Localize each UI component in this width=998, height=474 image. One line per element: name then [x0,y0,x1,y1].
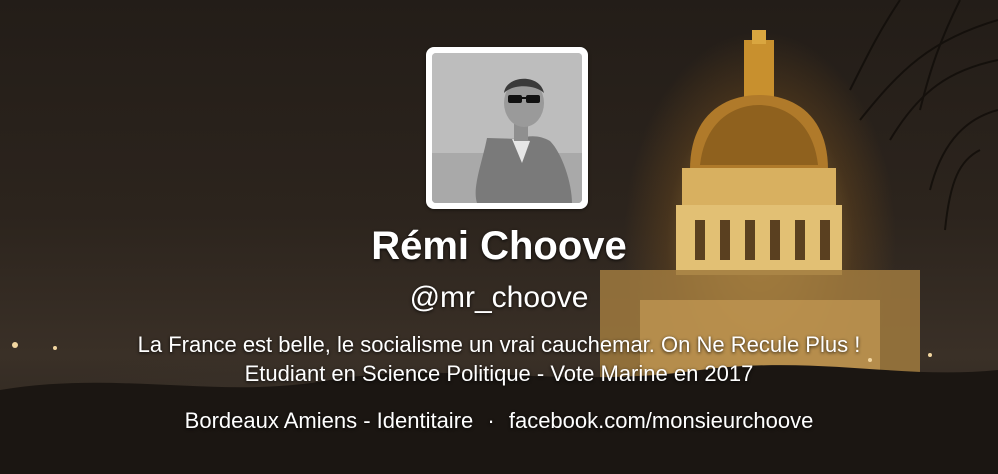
profile-bio: La France est belle, le socialisme un vr… [0,330,998,388]
meta-separator: · [487,408,495,433]
bio-line-1: La France est belle, le socialisme un vr… [137,332,861,357]
profile-handle: @mr_choove [409,281,589,314]
profile-location: Bordeaux Amiens - Identitaire [184,408,474,433]
avatar[interactable] [432,53,582,203]
profile-website-link[interactable]: facebook.com/monsieurchoove [509,408,814,433]
bio-line-2: Etudiant en Science Politique - Vote Mar… [244,361,754,386]
avatar-photo [432,53,582,203]
profile-meta: Bordeaux Amiens - Identitaire · facebook… [0,408,998,434]
profile-name: Rémi Choove [371,224,627,268]
profile-header: Rémi Choove @mr_choove La France est bel… [0,0,998,474]
avatar-frame[interactable] [426,47,588,209]
